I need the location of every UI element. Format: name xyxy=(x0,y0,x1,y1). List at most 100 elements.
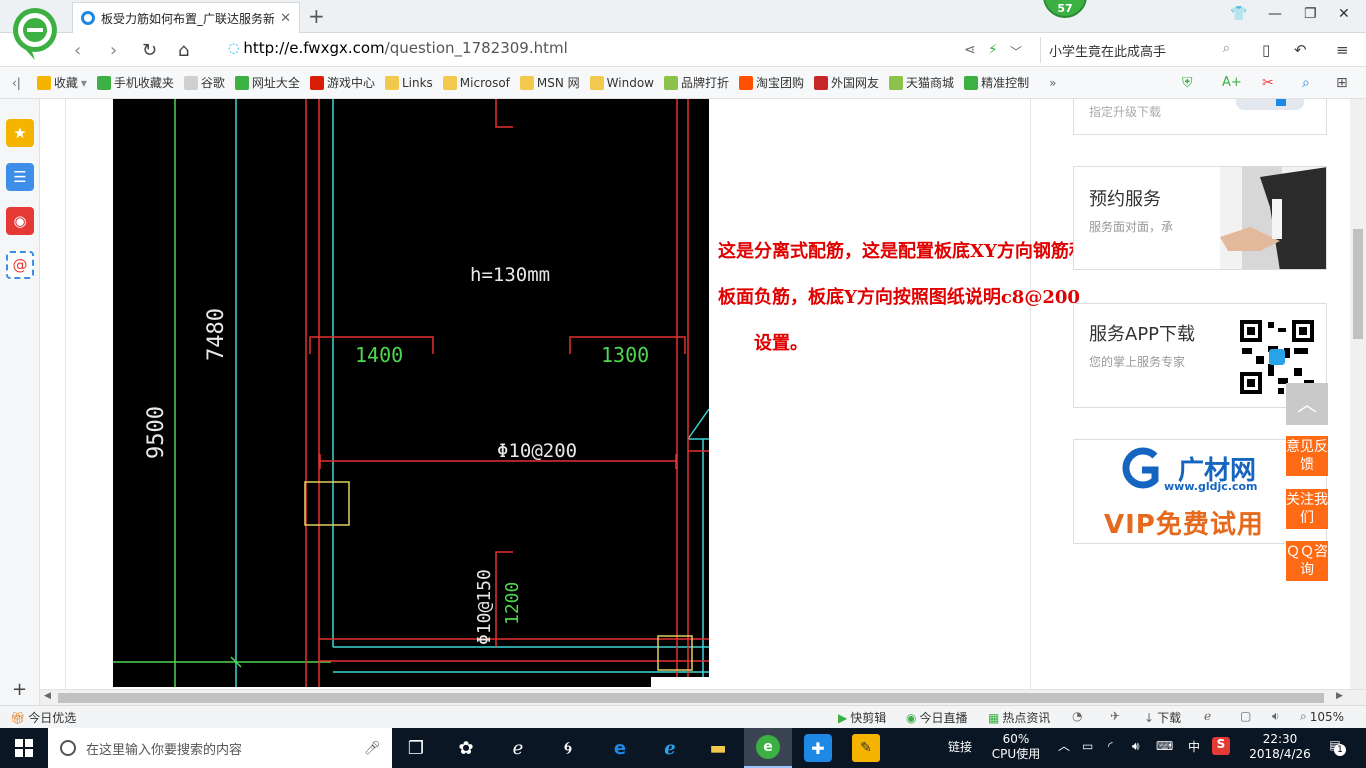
chevron-down-icon[interactable]: ﹀ xyxy=(1010,43,1022,60)
chevron-down-icon[interactable]: ▾ xyxy=(81,76,87,90)
scissors-icon[interactable]: ✂ xyxy=(1262,75,1274,91)
minimize-icon[interactable]: — xyxy=(1268,6,1282,22)
bookmark-item[interactable]: Window xyxy=(589,75,654,90)
bookmark-item[interactable]: Links xyxy=(384,75,433,90)
close-tab-icon[interactable]: ✕ xyxy=(280,11,291,26)
download-button[interactable]: ↓ 下载 xyxy=(1144,709,1181,726)
today-live[interactable]: ◉ 今日直播 xyxy=(906,709,968,726)
reading-list-icon[interactable]: ☰ xyxy=(6,163,34,191)
360-browser-taskbar-icon[interactable]: e xyxy=(744,728,792,768)
add-sidebar-icon[interactable]: + xyxy=(12,679,27,700)
ime-indicator[interactable]: 中 xyxy=(1188,740,1200,755)
bookmark-item[interactable]: 淘宝团购 xyxy=(739,74,804,91)
bookmark-item[interactable]: 收藏 ▾ xyxy=(36,74,87,91)
bookmark-item[interactable]: 谷歌 xyxy=(183,74,225,91)
bookmark-label: 游戏中心 xyxy=(326,76,375,90)
weibo-icon[interactable]: ◉ xyxy=(6,207,34,235)
vertical-scrollbar[interactable] xyxy=(1350,99,1366,689)
url-field[interactable]: ◌ http://e.fwxgx.com/question_1782309.ht… xyxy=(228,39,568,57)
mobile-icon[interactable]: ▯ xyxy=(1262,41,1270,59)
undo-icon[interactable]: ↶ xyxy=(1294,41,1307,59)
mail-icon[interactable]: @ xyxy=(6,251,34,279)
tray-expand-icon[interactable]: ︿ xyxy=(1058,739,1070,754)
notification-badge[interactable]: 57 xyxy=(1043,0,1087,18)
scroll-left-icon[interactable]: ◀ xyxy=(44,691,51,701)
upgrade-card[interactable]: 指定升级下载 xyxy=(1073,99,1327,135)
pin-icon[interactable]: ✈ xyxy=(1110,709,1120,723)
360-browser-logo-icon[interactable] xyxy=(10,6,60,60)
booking-card[interactable]: 预约服务 服务面对面，承 xyxy=(1073,166,1327,270)
hot-news[interactable]: ▦ 热点资讯 xyxy=(988,709,1050,726)
horizontal-scroll-thumb[interactable] xyxy=(58,693,1324,703)
clock[interactable]: 22:30 2018/4/26 xyxy=(1244,732,1316,762)
grid-icon[interactable]: ⊞ xyxy=(1336,75,1348,91)
notification-center-icon[interactable]: ▤1 xyxy=(1324,738,1346,756)
shield-icon[interactable]: ⛨ xyxy=(1182,75,1193,91)
magnifier-icon[interactable]: ⌕ xyxy=(1302,75,1310,91)
forward-icon[interactable]: › xyxy=(110,40,117,61)
bookmark-label: 淘宝团购 xyxy=(756,76,805,90)
link-label[interactable]: 链接 xyxy=(948,740,972,755)
close-window-icon[interactable]: ✕ xyxy=(1338,6,1350,22)
pinwheel-app-icon[interactable]: ✿ xyxy=(452,734,480,762)
speed-mode-icon[interactable]: ⚡ xyxy=(988,42,998,58)
cpu-usage[interactable]: 60% CPU使用 xyxy=(990,732,1042,762)
bookmark-item[interactable]: 天猫商城 xyxy=(889,74,954,91)
bookmark-item[interactable]: 品牌打折 xyxy=(664,74,729,91)
internet-explorer-icon[interactable]: ℯ xyxy=(656,734,684,762)
maximize-icon[interactable]: ❐ xyxy=(1304,6,1317,22)
taskbar-search-box[interactable]: 在这里输入你要搜索的内容 🎤︎ xyxy=(48,728,392,768)
bookmarks-more-icon[interactable]: » xyxy=(1049,76,1056,90)
cpu-percent: 60% xyxy=(1002,732,1030,746)
bookmark-item[interactable]: 网址大全 xyxy=(234,74,300,91)
bookmark-item[interactable]: 外国网友 xyxy=(814,74,879,91)
battery-icon[interactable]: ▭ xyxy=(1082,739,1093,754)
bookmark-item[interactable]: 游戏中心 xyxy=(309,74,375,91)
edge-icon[interactable]: e xyxy=(606,734,634,762)
bookmarks-collapse-icon[interactable]: ‹| xyxy=(12,76,21,90)
bookmark-item[interactable]: 手机收藏夹 xyxy=(96,74,174,91)
feedback-button[interactable]: 意见反馈 xyxy=(1286,436,1328,476)
refresh-icon[interactable]: ↻ xyxy=(142,40,157,61)
back-to-top-button[interactable]: ︿ xyxy=(1286,383,1328,425)
new-tab-icon[interactable]: + xyxy=(308,4,325,28)
ie-old-icon[interactable]: ℯ xyxy=(504,734,532,762)
browser-tab[interactable]: 板受力筋如何布置_广联达服务新 ✕ xyxy=(72,2,300,33)
volume-icon[interactable]: 🔊︎ xyxy=(1132,739,1140,754)
microphone-icon[interactable]: 🎤︎ xyxy=(364,741,381,756)
keyboard-icon[interactable]: ⌨ xyxy=(1156,739,1173,754)
sogou-ime-icon[interactable]: S xyxy=(1212,737,1230,755)
spiral-app-icon[interactable]: 🌀︎ xyxy=(554,734,582,762)
horizontal-scrollbar[interactable]: ◀ ▶ xyxy=(40,689,1366,705)
task-view-icon[interactable]: ❐ xyxy=(402,734,430,762)
share-icon[interactable]: ⋖ xyxy=(964,42,976,58)
notepad-app-icon[interactable]: ✎ xyxy=(852,734,880,762)
skin-icon[interactable]: 👕 xyxy=(1230,6,1247,22)
plus-app-icon[interactable]: ✚ xyxy=(804,734,832,762)
today-picks[interactable]: 🎁︎ 今日优选 xyxy=(10,709,76,726)
speed-icon[interactable]: ◔ xyxy=(1072,709,1082,723)
scroll-right-icon[interactable]: ▶ xyxy=(1336,691,1343,701)
bookmark-item[interactable]: MSN 网 xyxy=(519,74,580,91)
file-explorer-icon[interactable]: ▬ xyxy=(704,734,732,762)
bookmark-item[interactable]: Microsof xyxy=(442,75,510,90)
wifi-icon[interactable]: ◜ xyxy=(1108,739,1113,754)
qq-consult-button[interactable]: ＱＱ咨询 xyxy=(1286,541,1328,581)
follow-us-button[interactable]: 关注我们 xyxy=(1286,489,1328,529)
window-icon[interactable]: ▢ xyxy=(1240,709,1251,723)
sound-icon[interactable]: 🔉︎ xyxy=(1272,709,1280,724)
search-icon[interactable]: ⌕ xyxy=(1223,41,1230,56)
zoom-control[interactable]: ⌕ 105% xyxy=(1300,709,1344,724)
windows-start-icon[interactable] xyxy=(10,734,38,762)
quick-cut[interactable]: ▶ 快剪辑 xyxy=(838,709,886,726)
bookmark-label: 手机收藏夹 xyxy=(113,76,174,90)
vertical-scroll-thumb[interactable] xyxy=(1353,229,1363,339)
translate-icon[interactable]: A+ xyxy=(1222,75,1242,90)
ie-mode-icon[interactable]: ℯ xyxy=(1204,709,1211,723)
menu-icon[interactable]: ≡ xyxy=(1336,41,1349,59)
bookmark-item[interactable]: 精准控制 xyxy=(964,74,1029,91)
back-icon[interactable]: ‹ xyxy=(74,40,81,61)
home-icon[interactable]: ⌂ xyxy=(178,40,189,61)
search-input[interactable]: 小学生竟在此成高手 ⌕ xyxy=(1040,37,1240,63)
favorites-star-icon[interactable]: ★ xyxy=(6,119,34,147)
